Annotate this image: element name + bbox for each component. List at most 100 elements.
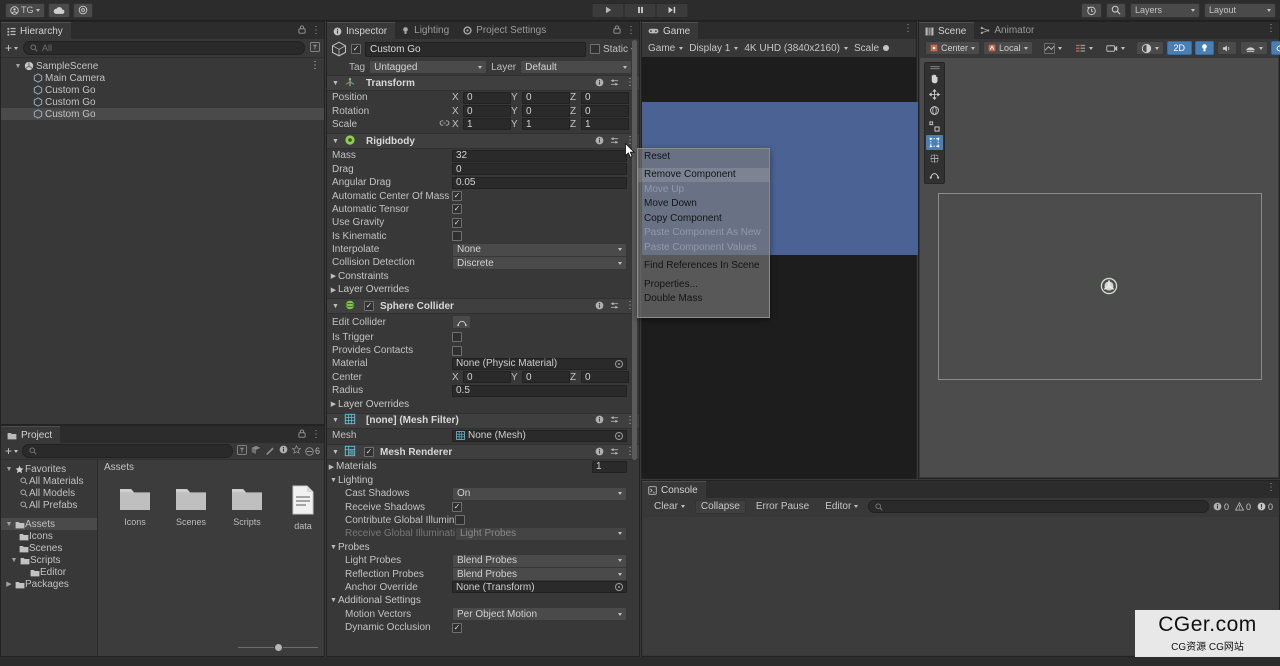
project-favorites-root[interactable]: ▼ Favorites	[1, 463, 97, 475]
game-mode-dropdown[interactable]: Game	[648, 43, 684, 54]
mesh-renderer-lighting-group[interactable]: ▼ Lighting	[327, 474, 639, 487]
dynamic-occlusion-checkbox[interactable]: ✓	[452, 622, 462, 633]
mesh-renderer-additional-settings-group[interactable]: ▼ Additional Settings	[327, 594, 639, 607]
2d-toggle-button[interactable]: 2D	[1166, 41, 1193, 55]
position-z-input[interactable]: 0	[581, 91, 629, 104]
auto-tensor-checkbox[interactable]: ✓	[452, 204, 462, 215]
chevron-right-icon[interactable]: ▶	[327, 463, 336, 471]
hierarchy-search-input[interactable]: All	[23, 41, 305, 55]
help-icon[interactable]	[595, 78, 604, 89]
scale-link-icon[interactable]	[437, 119, 452, 130]
mass-input[interactable]: 32	[452, 149, 627, 162]
tag-dropdown[interactable]: Untagged	[369, 60, 488, 74]
chevron-down-icon[interactable]: ▼	[329, 597, 338, 604]
preset-icon[interactable]	[610, 78, 619, 89]
help-icon[interactable]	[595, 301, 604, 312]
motion-vectors-dropdown[interactable]: Per Object Motion	[452, 607, 627, 622]
star-icon[interactable]	[291, 444, 302, 457]
auto-center-of-mass-checkbox[interactable]: ✓	[452, 191, 462, 202]
step-button[interactable]	[655, 2, 689, 18]
slider-knob[interactable]	[883, 45, 889, 51]
help-icon[interactable]	[595, 447, 604, 458]
object-picker-icon[interactable]	[615, 583, 623, 592]
project-folder-packages[interactable]: ▶ Packages	[1, 578, 97, 590]
layer-visibility-button[interactable]	[1070, 41, 1098, 55]
preset-icon[interactable]	[610, 447, 619, 458]
hierarchy-row-samplescene[interactable]: ▼ SampleScene ⋮	[1, 60, 324, 72]
hierarchy-add-button[interactable]: +	[5, 42, 19, 54]
project-folder-icons[interactable]: Icons	[1, 530, 97, 542]
console-error-count[interactable]: 0	[1257, 502, 1273, 512]
help-icon[interactable]	[595, 415, 604, 426]
help-icon[interactable]	[595, 136, 604, 147]
console-editor-dropdown[interactable]: Editor	[819, 500, 864, 514]
inspector-scrollbar[interactable]	[631, 40, 638, 654]
mesh-renderer-probes-group[interactable]: ▼ Probes	[327, 541, 639, 554]
provides-contacts-checkbox[interactable]	[452, 345, 462, 356]
asset-item-scripts[interactable]: Scripts	[226, 485, 268, 531]
object-name-input[interactable]: Custom Go	[365, 41, 586, 57]
project-filter-icon[interactable]	[237, 444, 247, 458]
scene-menu-icon[interactable]: ⋮	[310, 61, 320, 71]
component-header-mesh-filter[interactable]: ▼ [none] (Mesh Filter) ⋮	[327, 412, 639, 429]
sphere-collider-layer-overrides-foldout[interactable]: ▶ Layer Overrides	[327, 397, 639, 410]
camera-settings-button[interactable]	[1101, 41, 1130, 55]
rotation-z-input[interactable]: 0	[581, 105, 629, 118]
project-folder-assets[interactable]: ▼ Assets	[1, 518, 97, 530]
sphere-collider-enabled-checkbox[interactable]: ✓	[364, 301, 374, 312]
inspector-menu-icon[interactable]: ⋮	[626, 25, 636, 35]
contribute-gi-checkbox[interactable]	[455, 515, 465, 526]
tools-grip-handle[interactable]	[926, 64, 943, 70]
chevron-down-icon[interactable]: ▼	[13, 63, 23, 70]
preset-icon[interactable]	[610, 301, 619, 312]
radius-input[interactable]: 0.5	[452, 384, 627, 397]
use-gravity-checkbox[interactable]: ✓	[452, 217, 462, 228]
project-folder-scenes[interactable]: Scenes	[1, 542, 97, 554]
rotate-tool-icon[interactable]	[926, 103, 943, 118]
lock-icon[interactable]	[298, 25, 306, 36]
info-icon[interactable]	[279, 445, 288, 457]
tab-inspector[interactable]: Inspector	[327, 22, 396, 39]
anchor-override-field[interactable]: None (Transform)	[452, 581, 627, 594]
layout-dropdown[interactable]: Layout	[1204, 2, 1276, 18]
project-favorite-all-models[interactable]: All Models	[1, 487, 97, 499]
chevron-down-icon[interactable]: ▼	[331, 449, 340, 456]
rotation-y-input[interactable]: 0	[522, 105, 570, 118]
component-header-rigidbody[interactable]: ▼ Rigidbody ⋮	[327, 133, 639, 150]
object-picker-icon[interactable]	[615, 431, 623, 440]
scale-tool-icon[interactable]	[926, 119, 943, 134]
project-favorite-all-prefabs[interactable]: All Prefabs	[1, 499, 97, 511]
drag-input[interactable]: 0	[452, 163, 627, 176]
tab-game[interactable]: Game	[642, 22, 699, 39]
reflection-probes-dropdown[interactable]: Blend Probes	[452, 567, 627, 582]
project-folder-scripts[interactable]: ▼ Scripts	[1, 554, 97, 566]
settings-button[interactable]	[72, 2, 93, 18]
materials-count-input[interactable]: 1	[592, 460, 627, 473]
chevron-right-icon[interactable]: ▶	[329, 286, 338, 294]
pivot-mode-button[interactable]: Center	[925, 41, 981, 55]
console-clear-button[interactable]: Clear	[648, 500, 691, 514]
project-menu-icon[interactable]: ⋮	[311, 429, 321, 439]
asset-item-data[interactable]: data	[282, 485, 324, 531]
search-button[interactable]	[1106, 2, 1126, 18]
object-enabled-checkbox[interactable]: ✓	[351, 44, 361, 54]
menu-item-move-down[interactable]: Move Down	[638, 197, 769, 212]
hierarchy-row-main-camera[interactable]: Main Camera	[1, 72, 324, 84]
preset-icon[interactable]	[610, 415, 619, 426]
rotation-x-input[interactable]: 0	[463, 105, 511, 118]
rigidbody-constraints-foldout[interactable]: ▶ Constraints	[327, 270, 639, 283]
chevron-down-icon[interactable]: ▼	[4, 521, 14, 528]
project-add-button[interactable]: +	[5, 445, 19, 457]
chevron-down-icon[interactable]: ▼	[331, 80, 340, 87]
center-z-input[interactable]: 0	[581, 371, 629, 384]
play-button[interactable]	[591, 2, 625, 18]
tab-console[interactable]: Console	[642, 481, 706, 498]
custom-tool-icon[interactable]	[926, 167, 943, 182]
menu-item-reset[interactable]: Reset	[638, 149, 769, 164]
tab-animator[interactable]: Animator	[974, 22, 1042, 39]
chevron-down-icon[interactable]: ▼	[331, 303, 340, 310]
tab-project[interactable]: Project	[1, 426, 61, 443]
chevron-down-icon[interactable]: ▼	[331, 138, 340, 145]
menu-item-remove-component[interactable]: Remove Component	[638, 167, 769, 182]
console-log-count[interactable]: 0	[1213, 502, 1229, 512]
